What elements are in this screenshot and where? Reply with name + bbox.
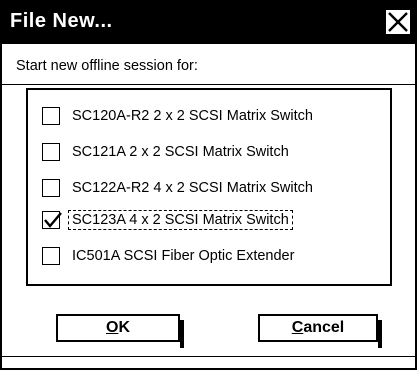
prompt-text: Start new offline session for: [16,58,198,74]
device-list: SC120A-R2 2 x 2 SCSI Matrix Switch SC121… [26,88,392,286]
option-label: SC121A 2 x 2 SCSI Matrix Switch [72,144,289,160]
option-sc122a[interactable]: SC122A-R2 4 x 2 SCSI Matrix Switch [42,176,372,202]
option-label: IC501A SCSI Fiber Optic Extender [72,248,295,264]
checkbox[interactable] [42,179,60,197]
cancel-accelerator: C [291,319,304,336]
checkbox[interactable] [42,143,60,161]
option-sc121a[interactable]: SC121A 2 x 2 SCSI Matrix Switch [42,140,372,166]
divider [2,84,415,85]
cancel-label-rest: ancel [303,319,345,336]
option-ic501a[interactable]: IC501A SCSI Fiber Optic Extender [42,244,372,270]
checkbox[interactable] [42,247,60,265]
option-label: SC122A-R2 4 x 2 SCSI Matrix Switch [72,180,313,196]
ok-accelerator: O [105,319,119,336]
option-sc120a[interactable]: SC120A-R2 2 x 2 SCSI Matrix Switch [42,104,372,130]
file-new-dialog: File New... Start new offline session fo… [0,0,417,370]
close-button[interactable] [385,9,411,35]
cancel-button[interactable]: Cancel [258,314,382,348]
checkbox[interactable] [42,107,60,125]
option-label: SC123A 4 x 2 SCSI Matrix Switch [68,210,293,230]
option-sc123a[interactable]: SC123A 4 x 2 SCSI Matrix Switch [42,208,372,234]
option-label: SC120A-R2 2 x 2 SCSI Matrix Switch [72,108,313,124]
title-bar[interactable]: File New... [2,2,415,44]
checkbox-checked[interactable] [42,211,62,229]
ok-button[interactable]: OK [56,314,184,348]
bottom-divider [2,356,415,357]
dialog-title: File New... [10,10,113,32]
close-icon [386,10,410,34]
ok-label-rest: K [118,319,130,336]
